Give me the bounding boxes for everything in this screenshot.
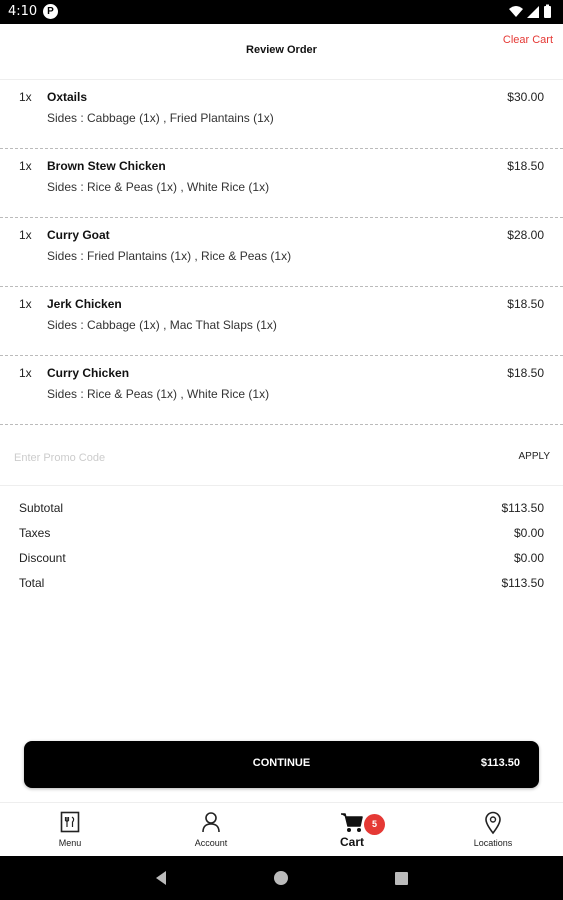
location-pin-icon — [485, 811, 501, 835]
signal-icon — [527, 6, 539, 18]
item-price: $18.50 — [507, 366, 544, 380]
nav-label-cart: Cart — [339, 835, 364, 849]
item-quantity: 1x — [19, 159, 32, 173]
nav-item-cart[interactable]: 5 Cart — [282, 803, 422, 857]
item-sides: Sides : Rice & Peas (1x) , White Rice (1… — [47, 387, 270, 401]
nav-item-locations[interactable]: Locations — [423, 803, 563, 857]
summary-value: $113.50 — [501, 501, 545, 515]
item-name: Oxtails — [47, 90, 88, 104]
app-notification-icon: P — [43, 4, 58, 19]
back-icon[interactable] — [154, 870, 168, 886]
subtotal-row: Subtotal $113.50 — [0, 498, 563, 523]
cart-count-badge: 5 — [364, 814, 385, 835]
item-name: Brown Stew Chicken — [47, 159, 166, 173]
home-icon[interactable] — [274, 871, 288, 885]
nav-item-account[interactable]: Account — [141, 803, 281, 857]
nav-label-menu: Menu — [58, 838, 82, 848]
order-item-curry-chicken[interactable]: 1x Curry Chicken Sides : Rice & Peas (1x… — [0, 356, 563, 425]
clear-cart-button[interactable]: Clear Cart — [503, 34, 553, 46]
summary-label: Discount — [19, 551, 66, 565]
promo-code-row: APPLY — [0, 436, 563, 486]
order-item-jerk-chicken[interactable]: 1x Jerk Chicken Sides : Cabbage (1x) , M… — [0, 287, 563, 356]
summary-label: Total — [19, 576, 45, 590]
item-name: Curry Chicken — [47, 366, 130, 380]
recents-icon[interactable] — [395, 872, 408, 885]
item-price: $18.50 — [507, 297, 544, 311]
order-items-list: 1x Oxtails Sides : Cabbage (1x) , Fried … — [0, 80, 563, 425]
total-row: Total $113.50 — [0, 573, 563, 598]
order-summary: Subtotal $113.50 Taxes $0.00 Discount $0… — [0, 498, 563, 598]
item-price: $30.00 — [507, 90, 544, 104]
menu-book-icon — [60, 811, 80, 833]
battery-icon — [544, 6, 551, 18]
nav-label-locations: Locations — [473, 838, 513, 848]
item-sides: Sides : Fried Plantains (1x) , Rice & Pe… — [47, 249, 292, 263]
system-nav-bar — [0, 856, 563, 900]
bottom-nav: Menu Account 5 Cart Locations — [0, 802, 563, 856]
summary-value: $0.00 — [513, 526, 544, 540]
item-price: $18.50 — [507, 159, 544, 173]
item-name: Jerk Chicken — [47, 297, 122, 311]
cart-icon — [341, 813, 363, 832]
summary-value: $113.50 — [501, 576, 545, 590]
app-header: Review Order Clear Cart — [0, 24, 563, 80]
order-item-oxtails[interactable]: 1x Oxtails Sides : Cabbage (1x) , Fried … — [0, 80, 563, 149]
status-icons — [509, 4, 551, 18]
status-bar: 4:10 P — [0, 0, 563, 24]
summary-label: Subtotal — [19, 501, 64, 515]
nav-item-menu[interactable]: Menu — [0, 803, 140, 857]
item-sides: Sides : Rice & Peas (1x) , White Rice (1… — [47, 180, 270, 194]
discount-row: Discount $0.00 — [0, 548, 563, 573]
apply-promo-button[interactable]: APPLY — [519, 451, 551, 462]
status-time: 4:10 — [8, 4, 38, 19]
item-sides: Sides : Cabbage (1x) , Mac That Slaps (1… — [47, 318, 277, 332]
summary-value: $0.00 — [513, 551, 544, 565]
item-name: Curry Goat — [47, 228, 110, 242]
person-icon — [202, 812, 220, 833]
page-title: Review Order — [246, 44, 317, 56]
item-quantity: 1x — [19, 90, 32, 104]
summary-label: Taxes — [19, 526, 51, 540]
continue-label: CONTINUE — [252, 757, 311, 769]
continue-price: $113.50 — [480, 757, 520, 769]
nav-label-account: Account — [194, 838, 228, 848]
item-quantity: 1x — [19, 366, 32, 380]
item-quantity: 1x — [19, 297, 32, 311]
continue-button[interactable]: CONTINUE $113.50 — [24, 741, 539, 788]
taxes-row: Taxes $0.00 — [0, 523, 563, 548]
item-quantity: 1x — [19, 228, 32, 242]
wifi-icon — [509, 6, 523, 17]
order-item-brown-stew-chicken[interactable]: 1x Brown Stew Chicken Sides : Rice & Pea… — [0, 149, 563, 218]
promo-code-input[interactable] — [14, 448, 414, 468]
item-sides: Sides : Cabbage (1x) , Fried Plantains (… — [47, 111, 274, 125]
order-item-curry-goat[interactable]: 1x Curry Goat Sides : Fried Plantains (1… — [0, 218, 563, 287]
item-price: $28.00 — [507, 228, 544, 242]
